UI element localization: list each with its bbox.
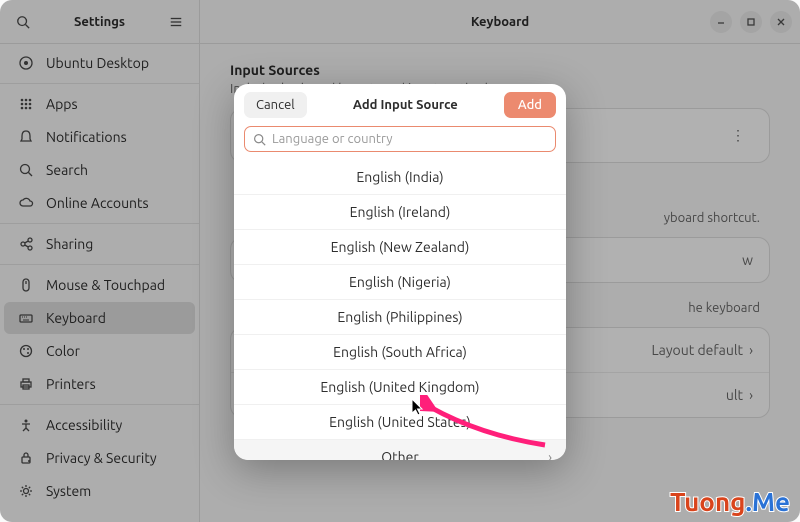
cancel-button[interactable]: Cancel bbox=[244, 92, 307, 118]
dialog-header: Cancel Add Input Source Add bbox=[234, 84, 566, 126]
language-option-english-india-[interactable]: English (India) bbox=[234, 160, 566, 194]
language-option-english-new-zealand-[interactable]: English (New Zealand) bbox=[234, 229, 566, 264]
watermark-part2: .Me bbox=[745, 487, 790, 516]
settings-window: Settings Ubuntu DesktopAppsNotifications… bbox=[0, 0, 800, 522]
dialog-title: Add Input Source bbox=[353, 98, 458, 112]
language-option-english-south-africa-[interactable]: English (South Africa) bbox=[234, 334, 566, 369]
language-search-box[interactable] bbox=[244, 126, 556, 152]
language-option-english-philippines-[interactable]: English (Philippines) bbox=[234, 299, 566, 334]
watermark-part1: Tuong bbox=[670, 487, 745, 516]
search-icon bbox=[253, 133, 266, 146]
add-button[interactable]: Add bbox=[504, 92, 556, 118]
mouse-cursor bbox=[412, 399, 426, 417]
watermark: Tuong.Me bbox=[670, 487, 790, 518]
language-option-english-ireland-[interactable]: English (Ireland) bbox=[234, 194, 566, 229]
language-option-english-nigeria-[interactable]: English (Nigeria) bbox=[234, 264, 566, 299]
annotation-arrow bbox=[420, 395, 550, 455]
language-search-input[interactable] bbox=[272, 132, 547, 146]
